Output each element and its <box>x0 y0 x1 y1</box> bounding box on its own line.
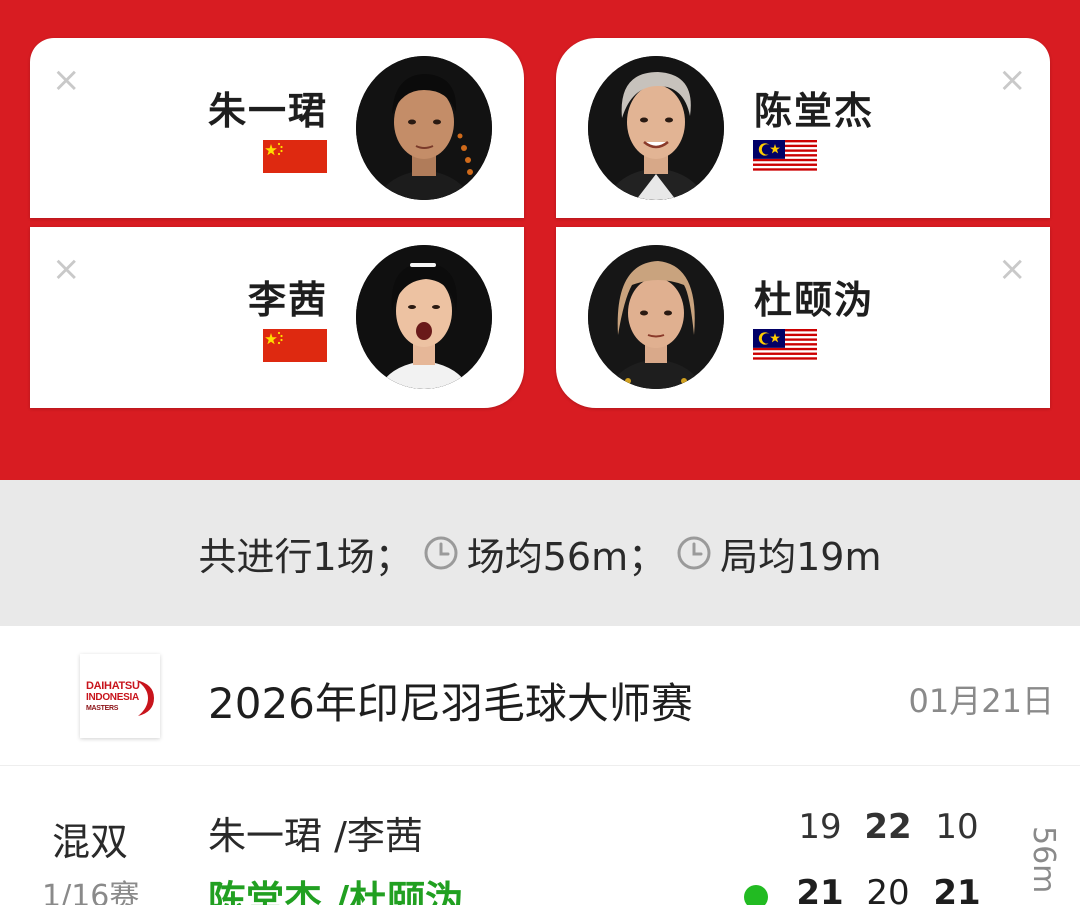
round-label: 1/16赛 <box>42 879 140 905</box>
team2-game1-score: 21 <box>796 873 844 905</box>
tournament-logo: DAIHATSU INDONESIA MASTERS <box>80 654 160 738</box>
tournament-row[interactable]: DAIHATSU INDONESIA MASTERS 2026年印尼羽毛球大师赛… <box>0 626 1080 766</box>
player-name: 陈堂杰 <box>754 89 875 133</box>
remove-player-icon[interactable]: × <box>998 63 1027 97</box>
match-duration: 56m <box>1026 826 1061 894</box>
logo-text: MASTERS <box>86 705 119 712</box>
team1-game3-score: 10 <box>935 807 979 847</box>
match-row[interactable]: 混双 1/16赛 朱一珺 /李茜 陈堂杰 /杜颐沩 19 22 10 21 20… <box>0 767 1080 905</box>
team1-game1-score: 19 <box>798 807 842 847</box>
player-name: 杜颐沩 <box>754 278 875 322</box>
team1-game2-score: 22 <box>864 807 912 847</box>
team2-names: 陈堂杰 /杜颐沩 <box>208 878 464 905</box>
winner-indicator <box>744 885 768 905</box>
tournament-title: 2026年印尼羽毛球大师赛 <box>208 679 693 728</box>
player-avatar <box>588 245 724 389</box>
malaysia-flag-icon <box>753 140 817 173</box>
china-flag-icon <box>263 140 327 173</box>
matches-played-text: 共进行1场； <box>198 534 413 579</box>
game-average-text: 局均19m <box>720 534 882 579</box>
logo-text: INDONESIA <box>86 692 139 703</box>
clock-icon <box>677 536 711 570</box>
remove-player-icon[interactable]: × <box>52 63 81 97</box>
player-card-zhu-yijun[interactable]: × 朱一珺 <box>30 38 524 218</box>
shuttlecock-logo-icon <box>136 680 154 716</box>
player-name: 李茜 <box>247 278 328 322</box>
player-avatar <box>356 56 492 200</box>
h2h-stats-bar: 共进行1场； 场均56m； 局均19m <box>0 480 1080 626</box>
event-label: 混双 <box>52 820 129 864</box>
team1-names: 朱一珺 /李茜 <box>208 814 423 858</box>
match-average-text: 场均56m； <box>466 534 667 579</box>
team2-game3-score: 21 <box>933 873 981 905</box>
clock-icon <box>424 536 458 570</box>
tournament-date: 01月21日 <box>908 682 1054 720</box>
player-name: 朱一珺 <box>207 89 328 133</box>
team2-game2-score: 20 <box>866 873 910 905</box>
remove-player-icon[interactable]: × <box>52 252 81 286</box>
player-avatar <box>588 56 724 200</box>
player-card-li-qian[interactable]: × 李茜 <box>30 227 524 408</box>
remove-player-icon[interactable]: × <box>998 252 1027 286</box>
head-to-head-page: × 朱一珺 陈堂杰 × × 李茜 杜颐沩 × 共进行1场； 场均56m； 局均1… <box>0 0 1080 905</box>
malaysia-flag-icon <box>753 329 817 362</box>
player-avatar <box>356 245 492 389</box>
player-card-chen-tang-jie[interactable]: 陈堂杰 × <box>556 38 1050 218</box>
player-card-toh-ee-wei[interactable]: 杜颐沩 × <box>556 227 1050 408</box>
china-flag-icon <box>263 329 327 362</box>
players-header: × 朱一珺 陈堂杰 × × 李茜 杜颐沩 × <box>0 0 1080 480</box>
